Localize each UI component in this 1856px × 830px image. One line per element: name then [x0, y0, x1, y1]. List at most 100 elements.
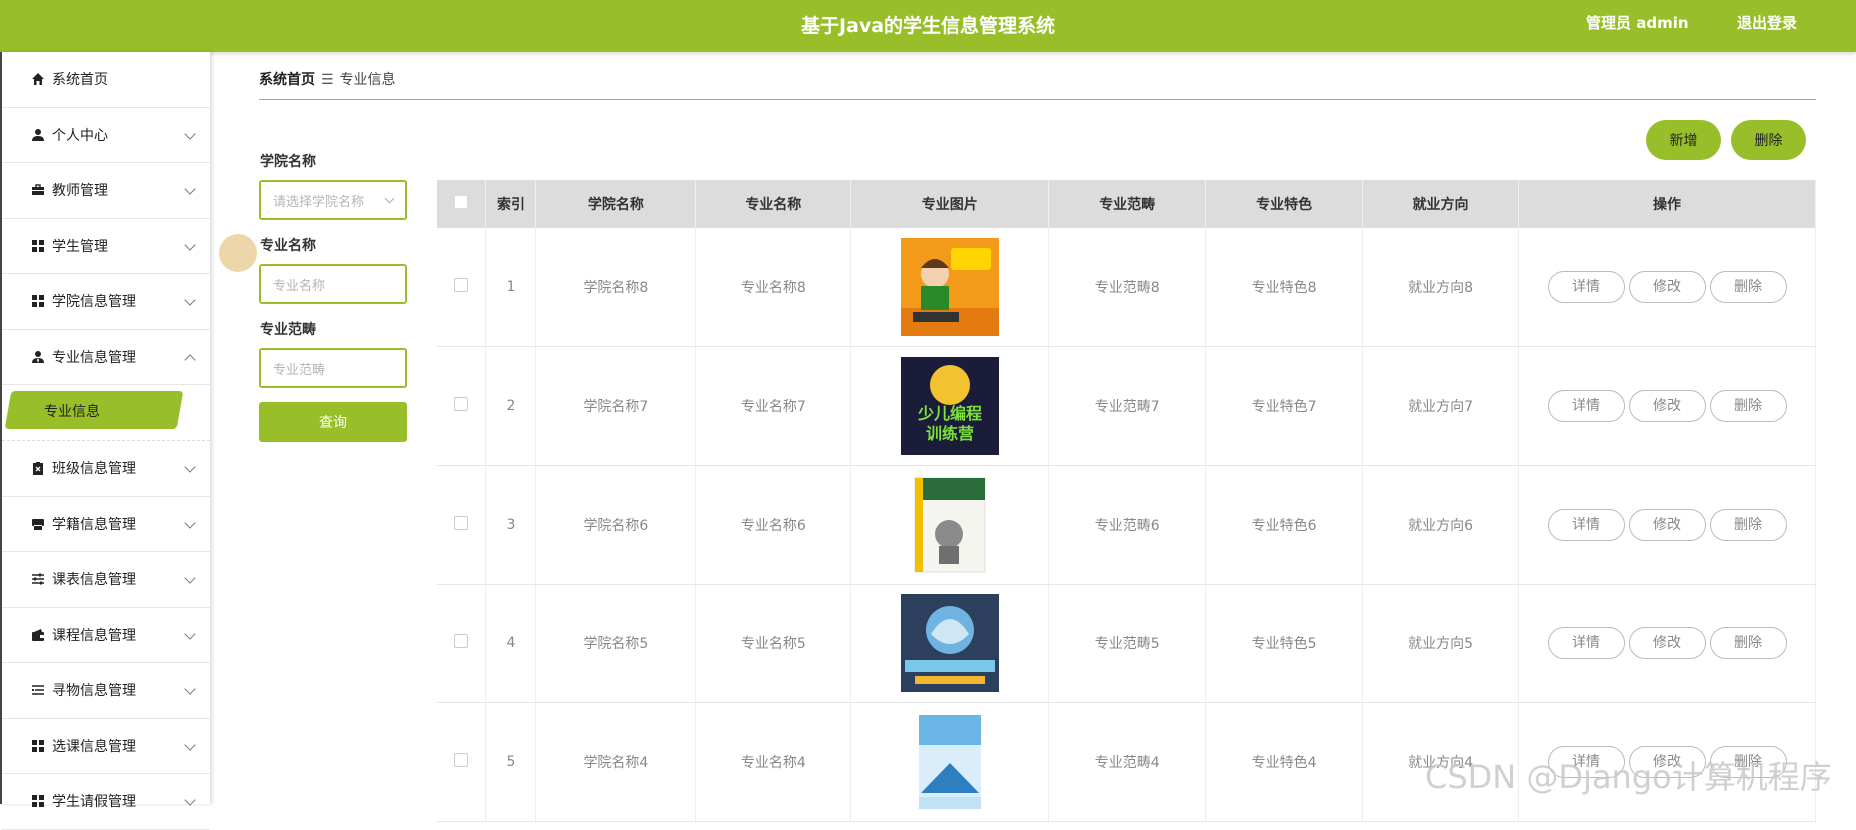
column-header: 专业图片	[850, 180, 1050, 228]
cell-category: 专业范畴7	[1048, 346, 1207, 466]
chevron-down-icon	[184, 294, 196, 306]
college-select[interactable]: 请选择学院名称	[259, 180, 407, 220]
cell-college: 学院名称6	[535, 465, 697, 585]
logout-link[interactable]: 退出登录	[1737, 12, 1797, 33]
breadcrumb-current: 专业信息	[339, 72, 396, 88]
svg-text:训练营: 训练营	[926, 424, 974, 443]
row-checkbox[interactable]	[454, 278, 469, 293]
sidebar-item-leave[interactable]: 学生请假管理	[2, 774, 210, 830]
chevron-up-icon	[184, 353, 196, 366]
detail-button[interactable]: 详情	[1547, 627, 1625, 660]
row-select-cell[interactable]	[437, 465, 487, 585]
sidebar-item-courses[interactable]: 课程信息管理	[2, 608, 210, 663]
sidebar-item-label: 系统首页	[52, 72, 108, 89]
top-header: 基于Java的学生信息管理系统 管理员 admin 退出登录	[0, 0, 1856, 52]
delete-button[interactable]: 删除	[1709, 508, 1787, 541]
query-button[interactable]: 查询	[259, 402, 407, 442]
major-image	[900, 594, 999, 693]
sidebar-item-colleges[interactable]: 学院信息管理	[2, 274, 210, 330]
detail-button[interactable]: 详情	[1547, 508, 1625, 541]
row-select-cell[interactable]	[437, 228, 487, 348]
major-input[interactable]: 专业名称	[259, 264, 407, 304]
sidebar-item-label: 个人中心	[52, 127, 108, 144]
sidebar-item-classes[interactable]: 班级信息管理	[2, 441, 210, 497]
sidebar-item-enrollment[interactable]: 学籍信息管理	[2, 497, 210, 552]
row-checkbox[interactable]	[454, 634, 469, 649]
current-user[interactable]: 管理员 admin	[1586, 12, 1689, 33]
cell-image: 少儿编程 训练营	[850, 346, 1050, 466]
edit-button[interactable]: 修改	[1628, 271, 1706, 304]
chevron-down-icon	[384, 193, 395, 204]
cell-feature: 专业特色5	[1205, 584, 1364, 704]
sidebar-item-label: 学生请假管理	[52, 794, 136, 811]
svg-text:少儿编程: 少儿编程	[917, 404, 982, 423]
row-checkbox[interactable]	[454, 753, 469, 768]
edit-button[interactable]: 修改	[1628, 627, 1706, 660]
cell-category: 专业范畴8	[1048, 228, 1207, 348]
row-checkbox[interactable]	[454, 515, 469, 530]
sidebar-item-home[interactable]: 系统首页	[2, 52, 210, 108]
breadcrumb-separator-icon: ☰	[321, 72, 334, 88]
cell-career: 就业方向8	[1362, 228, 1519, 348]
cell-category: 专业范畴6	[1048, 465, 1207, 585]
mouse-cursor-highlight	[219, 234, 257, 272]
batch-delete-button[interactable]: 删除	[1731, 120, 1806, 160]
detail-button[interactable]: 详情	[1547, 390, 1625, 423]
college-label: 学院名称	[260, 154, 316, 170]
grid-icon	[30, 293, 46, 309]
wallet-icon	[30, 627, 46, 643]
cell-college: 学院名称5	[535, 584, 697, 704]
sidebar-item-students[interactable]: 学生管理	[2, 219, 210, 274]
column-header: 专业范畴	[1048, 180, 1207, 228]
column-header: 学院名称	[535, 180, 697, 228]
detail-button[interactable]: 详情	[1547, 271, 1625, 304]
edit-button[interactable]: 修改	[1628, 390, 1706, 423]
table-row: 1 学院名称8 专业名称8 专业范畴8 专业特色8 就业方向8 详情 修改 删除	[437, 228, 1816, 348]
chevron-down-icon	[184, 738, 196, 751]
sidebar-item-label: 学生管理	[52, 238, 108, 255]
select-all-cell[interactable]	[437, 180, 487, 228]
column-header: 专业特色	[1205, 180, 1364, 228]
sidebar-item-teachers[interactable]: 教师管理	[2, 163, 210, 219]
category-input-placeholder: 专业范畴	[273, 362, 326, 378]
add-button[interactable]: 新增	[1646, 120, 1721, 160]
select-all-checkbox[interactable]	[455, 196, 468, 208]
cell-index: 2	[485, 346, 537, 466]
sidebar-item-majors[interactable]: 专业信息管理	[2, 330, 210, 385]
column-header: 专业名称	[695, 180, 852, 228]
chevron-down-icon	[184, 183, 196, 195]
cell-major: 专业名称8	[695, 228, 852, 348]
sidebar-subitem-major-info[interactable]: 专业信息	[2, 385, 210, 441]
row-checkbox[interactable]	[454, 397, 469, 412]
cell-image	[850, 584, 1050, 704]
delete-button[interactable]: 删除	[1709, 390, 1787, 423]
edit-button[interactable]: 修改	[1628, 508, 1706, 541]
cell-college: 学院名称7	[535, 346, 697, 466]
chevron-down-icon	[184, 572, 196, 584]
major-image: 少儿编程训练营	[900, 357, 999, 456]
printer-icon	[30, 516, 46, 532]
sidebar-item-personal[interactable]: 个人中心	[2, 108, 210, 163]
cell-major: 专业名称6	[695, 465, 852, 585]
delete-button[interactable]: 删除	[1709, 271, 1787, 304]
major-image	[900, 713, 999, 812]
breadcrumb-home[interactable]: 系统首页	[259, 72, 315, 88]
cell-index: 4	[485, 584, 537, 704]
sidebar-item-course-selection[interactable]: 选课信息管理	[2, 719, 210, 774]
clipboard-icon	[30, 460, 46, 476]
row-select-cell[interactable]	[437, 584, 487, 704]
sidebar-item-timetable[interactable]: 课表信息管理	[2, 552, 210, 608]
major-input-placeholder: 专业名称	[273, 278, 326, 294]
row-select-cell[interactable]	[437, 346, 487, 466]
cell-index: 3	[485, 465, 537, 585]
table-row: 4 学院名称5 专业名称5 专业范畴5 专业特色5 就业方向5 详情 修改 删除	[437, 584, 1816, 704]
cell-actions: 详情 修改 删除	[1518, 346, 1816, 466]
sidebar-item-lost-found[interactable]: 寻物信息管理	[2, 663, 210, 719]
cell-actions: 详情 修改 删除	[1518, 228, 1816, 348]
briefcase-icon	[30, 182, 46, 198]
sidebar-item-label: 专业信息管理	[52, 349, 136, 366]
chevron-down-icon	[184, 683, 196, 695]
category-input[interactable]: 专业范畴	[259, 348, 407, 388]
delete-button[interactable]: 删除	[1709, 627, 1787, 660]
cell-feature: 专业特色8	[1205, 228, 1364, 348]
